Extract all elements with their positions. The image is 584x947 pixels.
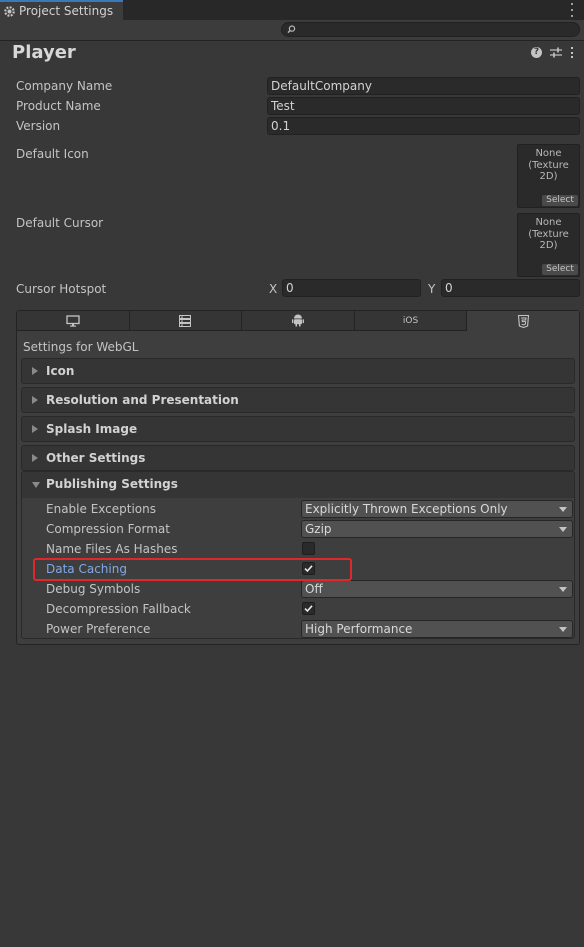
section-icon[interactable]: Icon [21, 358, 575, 384]
platform-settings-panel: iOS Settings for WebGL Icon Resolution a… [16, 310, 580, 645]
tab-standalone[interactable] [17, 311, 130, 331]
enable-exceptions-value: Explicitly Thrown Exceptions Only [305, 502, 508, 516]
foldout-arrow-icon [32, 367, 38, 375]
compression-format-dropdown[interactable]: Gzip [301, 520, 573, 538]
tab-title: Project Settings [19, 4, 114, 18]
chevron-down-icon [559, 627, 567, 632]
compression-format-value: Gzip [305, 522, 332, 536]
publishing-settings-title: Publishing Settings [46, 477, 178, 491]
enable-exceptions-label: Enable Exceptions [46, 502, 156, 516]
default-icon-none: None [535, 148, 562, 159]
version-label: Version [16, 119, 61, 133]
window-titlebar: Project Settings [0, 0, 584, 20]
default-icon-field[interactable]: None (Texture 2D) Select [517, 144, 580, 208]
publishing-settings-header[interactable]: Publishing Settings [22, 472, 574, 498]
default-cursor-type: (Texture 2D) [528, 229, 569, 251]
chevron-down-icon [559, 507, 567, 512]
platform-tabs: iOS [17, 311, 579, 331]
section-resolution-label: Resolution and Presentation [46, 393, 239, 407]
help-icon[interactable]: ? [531, 47, 542, 58]
debug-symbols-label: Debug Symbols [46, 582, 141, 596]
section-other-label: Other Settings [46, 451, 146, 465]
power-preference-label: Power Preference [46, 622, 151, 636]
tab-server[interactable] [129, 311, 243, 331]
version-field[interactable]: 0.1 [267, 117, 580, 135]
decompression-fallback-label: Decompression Fallback [46, 602, 191, 616]
tab-webgl[interactable] [467, 311, 579, 331]
tab-android[interactable] [242, 311, 355, 331]
tab-project-settings[interactable]: Project Settings [0, 0, 123, 20]
debug-symbols-value: Off [305, 582, 323, 596]
tab-ios[interactable]: iOS [354, 311, 468, 331]
android-icon [291, 314, 304, 327]
html5-icon [517, 314, 529, 328]
product-name-field[interactable]: Test [267, 97, 580, 115]
more-options-icon[interactable] [570, 3, 574, 17]
section-other[interactable]: Other Settings [21, 445, 575, 471]
search-icon [287, 25, 296, 34]
search-input[interactable] [281, 22, 580, 37]
product-name-label: Product Name [16, 99, 101, 113]
foldout-expanded-icon [32, 482, 40, 488]
preset-sliders-icon[interactable] [550, 47, 562, 58]
page-title: Player [12, 42, 76, 63]
highlight-box [33, 558, 352, 581]
default-cursor-select-button[interactable]: Select [542, 264, 578, 275]
debug-symbols-dropdown[interactable]: Off [301, 580, 573, 598]
name-files-as-hashes-checkbox[interactable] [302, 542, 315, 555]
foldout-arrow-icon [32, 454, 38, 462]
default-cursor-label: Default Cursor [16, 216, 104, 230]
cursor-hotspot-label: Cursor Hotspot [16, 282, 107, 296]
name-files-as-hashes-label: Name Files As Hashes [46, 542, 178, 556]
default-cursor-none: None [535, 217, 562, 228]
section-resolution[interactable]: Resolution and Presentation [21, 387, 575, 413]
toolbar [0, 20, 584, 41]
hotspot-x-label: X [269, 282, 278, 296]
default-icon-label: Default Icon [16, 147, 89, 161]
company-name-label: Company Name [16, 79, 113, 93]
chevron-down-icon [559, 527, 567, 532]
checkmark-icon [304, 605, 313, 613]
settings-for-label: Settings for WebGL [23, 340, 139, 354]
gear-icon [3, 5, 16, 18]
server-icon [179, 314, 192, 327]
power-preference-value: High Performance [305, 622, 413, 636]
enable-exceptions-dropdown[interactable]: Explicitly Thrown Exceptions Only [301, 500, 573, 518]
default-icon-select-button[interactable]: Select [542, 195, 578, 206]
more-options-icon[interactable] [570, 47, 574, 58]
chevron-down-icon [559, 587, 567, 592]
compression-format-label: Compression Format [46, 522, 170, 536]
section-icon-label: Icon [46, 364, 75, 378]
company-name-field[interactable]: DefaultCompany [267, 77, 580, 95]
ios-label: iOS [402, 315, 419, 326]
inspector-header: Player ? [0, 41, 584, 67]
section-splash-label: Splash Image [46, 422, 138, 436]
hotspot-x-field[interactable]: 0 [282, 279, 421, 297]
publishing-settings-section: Publishing Settings Enable Exceptions Ex… [21, 471, 575, 639]
monitor-icon [66, 314, 80, 327]
foldout-arrow-icon [32, 425, 38, 433]
decompression-fallback-checkbox[interactable] [302, 602, 315, 615]
default-cursor-field[interactable]: None (Texture 2D) Select [517, 213, 580, 277]
foldout-arrow-icon [32, 396, 38, 404]
default-icon-type: (Texture 2D) [528, 160, 569, 182]
section-splash[interactable]: Splash Image [21, 416, 575, 442]
power-preference-dropdown[interactable]: High Performance [301, 620, 573, 638]
hotspot-y-field[interactable]: 0 [441, 279, 580, 297]
hotspot-y-label: Y [428, 282, 436, 296]
